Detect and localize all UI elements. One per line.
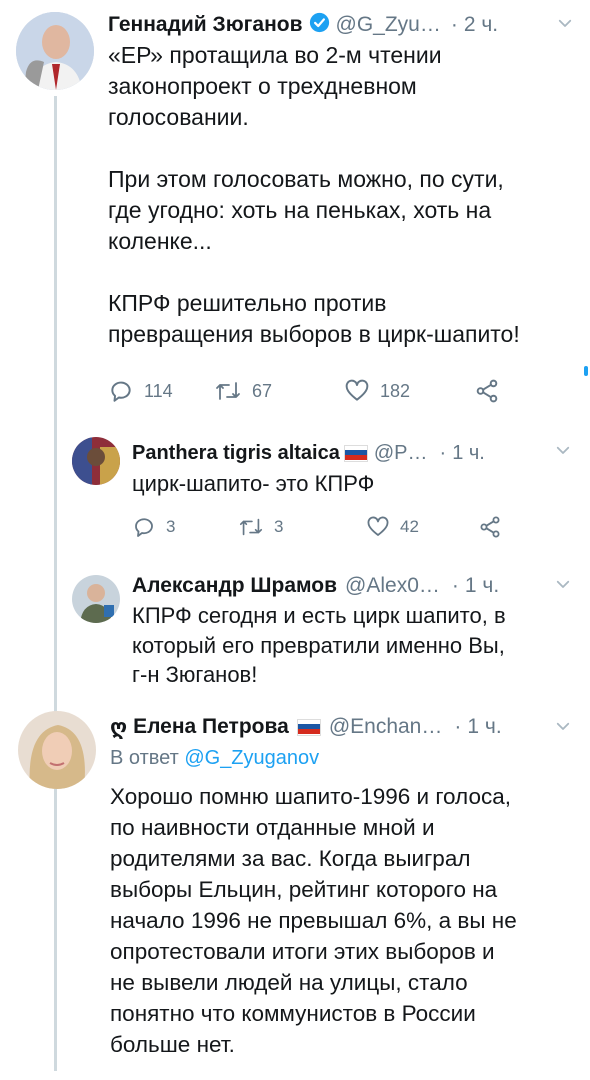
avatar[interactable] <box>72 437 120 485</box>
chevron-down-icon[interactable] <box>554 717 572 740</box>
author-handle[interactable]: @Alex0… <box>345 574 440 598</box>
share-icon <box>480 516 500 538</box>
reply-tweet-petrova[interactable]: ღ Елена Петрова @Enchan… · 1 ч. В ответ … <box>0 705 590 1080</box>
timestamp[interactable]: 1 ч. <box>467 715 501 739</box>
retweet-icon <box>239 518 263 536</box>
reply-count: 114 <box>144 380 173 401</box>
tweet-actions: 114 67 182 <box>108 378 500 404</box>
author-name[interactable]: Геннадий Зюганов <box>108 13 303 37</box>
replying-to: В ответ @G_Zyuganov <box>110 747 319 770</box>
reply-button[interactable]: 114 <box>108 378 208 404</box>
like-button[interactable]: 182 <box>344 378 474 404</box>
reply-button[interactable]: 3 <box>132 515 232 539</box>
like-count: 42 <box>400 517 419 536</box>
share-button[interactable] <box>478 515 502 539</box>
reply-tweet-panthera[interactable]: Panthera tigris altaica @P… · 1 ч. цирк-… <box>0 425 590 565</box>
retweet-button[interactable]: 67 <box>214 378 344 404</box>
retweet-button[interactable]: 3 <box>238 515 366 539</box>
tweet-header: Panthera tigris altaica @P… · 1 ч. <box>132 439 485 467</box>
verified-badge-icon <box>309 12 330 39</box>
avatar-photo-icon <box>72 575 120 623</box>
timestamp[interactable]: 1 ч. <box>465 574 499 598</box>
share-button[interactable] <box>474 378 500 404</box>
avatar[interactable] <box>16 12 94 90</box>
author-name[interactable]: Елена Петрова <box>133 715 289 739</box>
separator-dot: · <box>450 13 458 36</box>
author-handle[interactable]: @Enchan… <box>329 715 443 739</box>
replying-to-label: В ответ <box>110 747 185 769</box>
reply-icon <box>111 381 131 402</box>
like-button[interactable]: 42 <box>366 515 478 539</box>
replying-to-handle-link[interactable]: @G_Zyuganov <box>184 747 319 769</box>
avatar-photo-icon <box>72 437 120 485</box>
timestamp[interactable]: 1 ч. <box>452 442 485 465</box>
reply-count: 3 <box>166 517 176 536</box>
author-name[interactable]: Александр Шрамов <box>132 574 337 598</box>
tweet-text: цирк-шапито- это КПРФ <box>132 471 375 496</box>
russia-flag-icon <box>343 444 368 462</box>
chevron-down-icon[interactable] <box>554 575 572 598</box>
avatar[interactable] <box>18 711 96 789</box>
heart-icon <box>367 516 389 536</box>
author-name[interactable]: Panthera tigris altaica <box>132 442 340 465</box>
author-handle[interactable]: @G_Zyu… <box>336 13 441 37</box>
like-count: 182 <box>380 380 411 401</box>
separator-dot: · <box>454 715 462 738</box>
reply-icon <box>135 518 153 537</box>
tweet-header: Александр Шрамов @Alex0… · 1 ч. <box>132 571 499 601</box>
retweet-count: 3 <box>274 517 284 536</box>
russia-flag-icon <box>296 718 321 736</box>
tweet-actions: 3 3 42 <box>132 515 502 539</box>
retweet-icon <box>216 382 240 400</box>
author-handle[interactable]: @P… <box>374 442 428 465</box>
tweet-zyuganov[interactable]: Геннадий Зюганов @G_Zyu… · 2 ч. «ЕР» про… <box>0 0 590 1071</box>
retweet-count: 67 <box>252 380 273 401</box>
scroll-indicator <box>584 366 588 376</box>
avatar[interactable] <box>72 575 120 623</box>
timestamp[interactable]: 2 ч. <box>464 13 498 37</box>
separator-dot: · <box>451 574 459 597</box>
reply-tweet-shramov[interactable]: Александр Шрамов @Alex0… · 1 ч. КПРФ сег… <box>0 565 590 705</box>
tweet-header: ღ Елена Петрова @Enchan… · 1 ч. <box>110 711 502 743</box>
separator-dot: · <box>439 441 447 464</box>
avatar-photo-icon <box>18 711 96 789</box>
tweet-header: Геннадий Зюганов @G_Zyu… · 2 ч. <box>108 10 498 40</box>
chevron-down-icon[interactable] <box>554 441 572 464</box>
avatar-photo-icon <box>16 12 94 90</box>
tweet-text: Хорошо помню шапито-1996 и голоса, по на… <box>110 784 517 1058</box>
heart-icon <box>345 379 369 401</box>
author-name-prefix: ღ <box>110 715 128 739</box>
share-icon <box>476 379 498 403</box>
tweet-text: «ЕР» протащила во 2-м чтении законопроек… <box>108 42 520 348</box>
chevron-down-icon[interactable] <box>556 14 574 37</box>
tweet-text: КПРФ сегодня и есть цирк шапито, в котор… <box>132 603 506 688</box>
